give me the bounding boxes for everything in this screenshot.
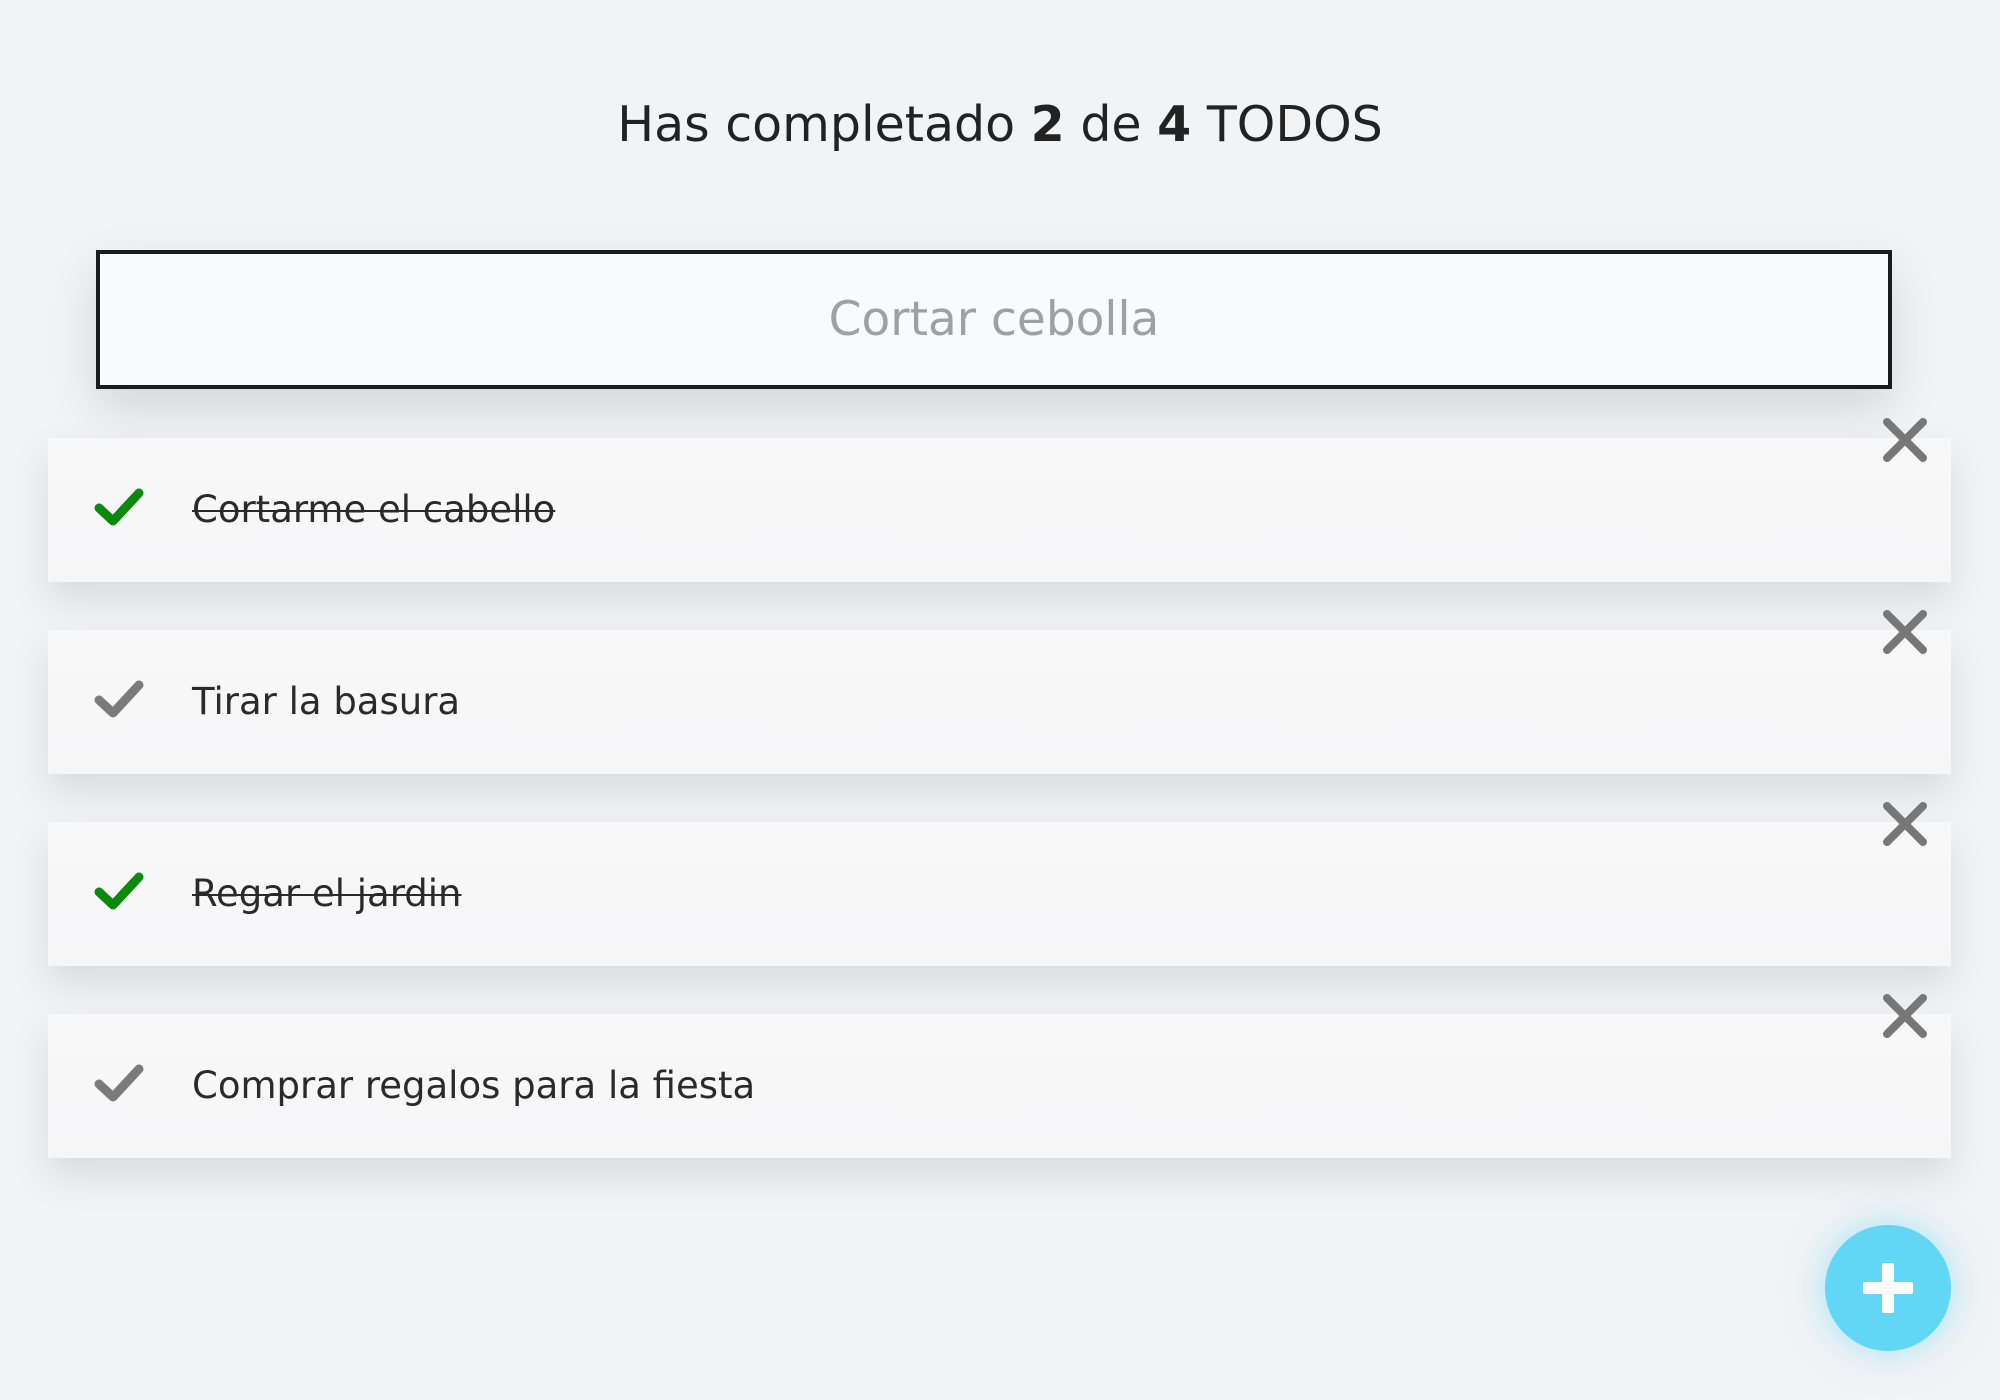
close-icon[interactable] [1881,608,1929,656]
add-todo-button[interactable] [1825,1225,1951,1351]
check-icon[interactable] [94,486,144,528]
todo-item: Tirar la basura [48,610,1951,774]
todo-list: Cortarme el cabello Tirar la basura Regar … [48,418,1951,1206]
todo-item: Cortarme el cabello [48,418,1951,582]
counter-suffix: TODOS [1206,96,1383,153]
check-icon[interactable] [94,870,144,912]
counter-prefix: Has completado [617,96,1016,153]
completed-count: 2 [1030,96,1065,153]
todo-counter: Has completado 2 de 4 TODOS [0,92,2000,158]
close-icon[interactable] [1881,800,1929,848]
todo-text: Tirar la basura [192,680,461,723]
check-icon[interactable] [94,1062,144,1104]
new-task-field-container [96,250,1892,389]
todo-text: Cortarme el cabello [192,488,556,531]
todo-text: Regar el jardin [192,872,462,915]
todo-item: Comprar regalos para la fiesta [48,994,1951,1158]
todo-text: Comprar regalos para la fiesta [192,1064,756,1107]
close-icon[interactable] [1881,992,1929,1040]
close-icon[interactable] [1881,416,1929,464]
check-icon[interactable] [94,678,144,720]
total-count: 4 [1157,96,1192,153]
plus-icon [1863,1263,1913,1313]
counter-middle: de [1080,96,1142,153]
new-task-input[interactable] [100,254,1888,385]
todo-item: Regar el jardin [48,802,1951,966]
